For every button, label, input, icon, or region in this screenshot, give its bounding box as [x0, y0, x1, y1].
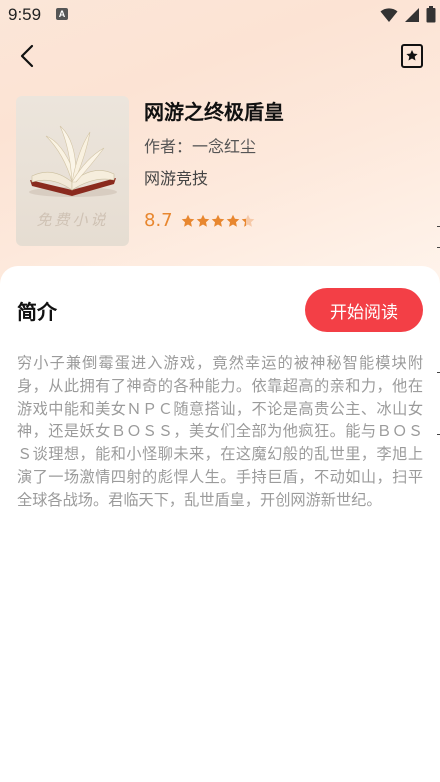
status-bar: 9:59 A [0, 0, 440, 30]
signal-icon [405, 7, 419, 22]
book-author: 作者：一念红尘 [144, 137, 257, 156]
start-reading-button[interactable]: 开始阅读 [305, 288, 423, 332]
back-button[interactable] [12, 40, 44, 72]
star-icon [211, 214, 224, 227]
status-icons [380, 6, 436, 23]
book-description: 穷小子兼倒霉蛋进入游戏，竟然幸运的被神秘智能模块附身，从此拥有了神奇的各种能力。… [17, 354, 423, 509]
rating: 8.7 [144, 210, 255, 231]
star-icon [241, 214, 254, 227]
wifi-icon [380, 7, 398, 22]
star-icon [196, 214, 209, 227]
a-badge-icon: A [56, 8, 68, 20]
book-title: 网游之终极盾皇 [144, 100, 284, 124]
chevron-left-icon [20, 44, 34, 68]
intro-heading: 简介 [17, 300, 57, 324]
bookmark-star-icon [401, 44, 423, 68]
status-time: 9:59 [8, 5, 42, 24]
rating-value: 8.7 [144, 210, 173, 231]
bookmark-button[interactable] [398, 42, 426, 70]
star-icon [226, 214, 239, 227]
content-card [0, 266, 440, 782]
cover-watermark: 免费小说 [36, 211, 109, 229]
scroll-edge [436, 0, 440, 782]
book-genre: 网游竞技 [144, 169, 209, 188]
star-icon [181, 214, 194, 227]
top-nav [0, 36, 440, 76]
rating-stars [181, 214, 255, 228]
book-cover[interactable]: 免费小说 [16, 96, 129, 246]
battery-icon [426, 6, 436, 23]
